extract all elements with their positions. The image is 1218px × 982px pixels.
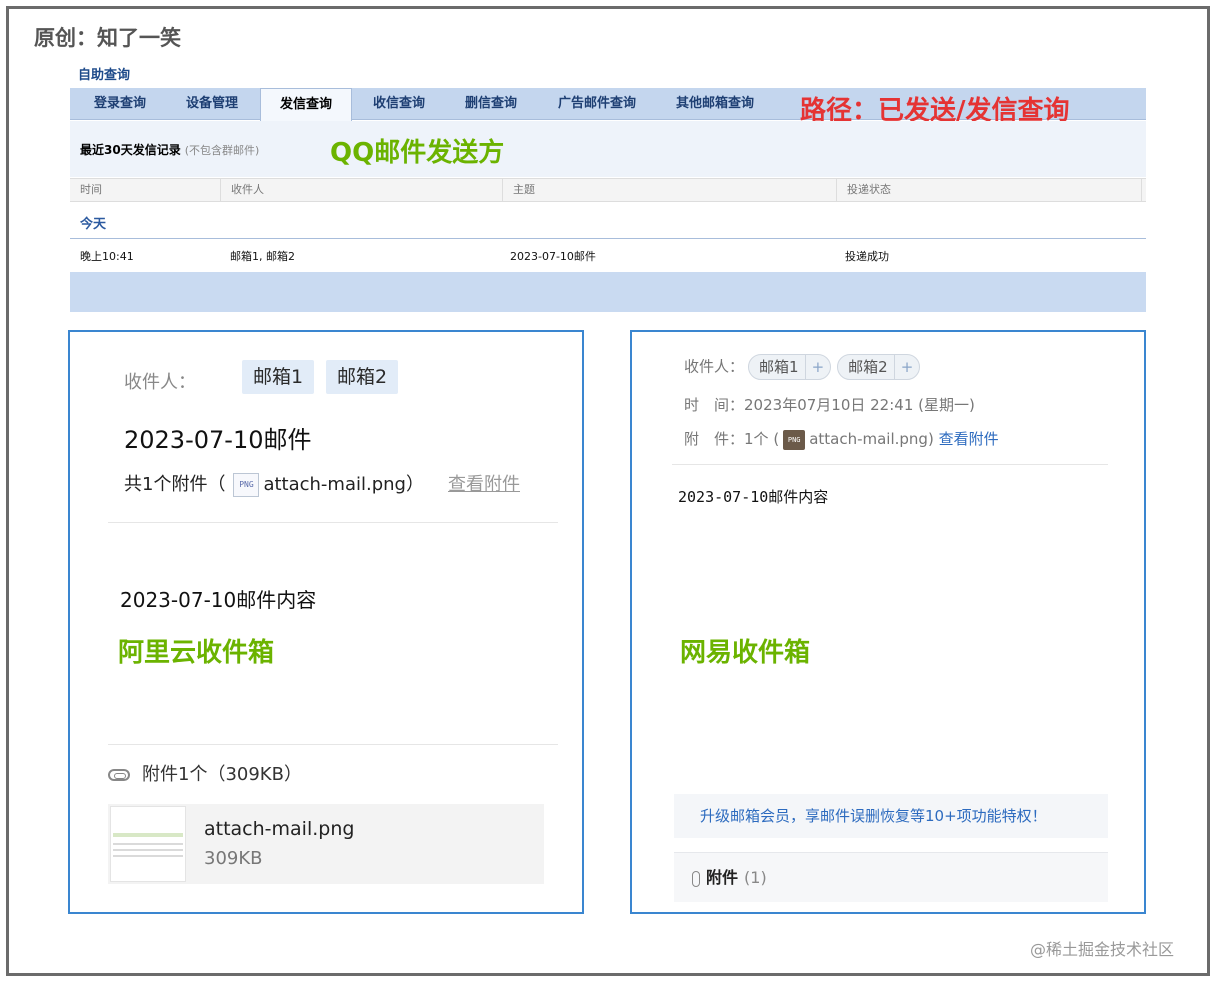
attachment-summary: 共1个附件（ PNG attach-mail.png） bbox=[124, 470, 424, 497]
tab-device-management[interactable]: 设备管理 bbox=[170, 88, 254, 120]
tab-login-query[interactable]: 登录查询 bbox=[70, 88, 170, 120]
author-caption: 原创：知了一笑 bbox=[34, 26, 181, 50]
sent-record-header: 最近30天发信记录 (不包含群邮件) bbox=[70, 121, 1146, 177]
group-label: 今天 bbox=[80, 217, 107, 232]
attachment-name[interactable]: attach-mail.png bbox=[809, 430, 928, 448]
upgrade-promo-link[interactable]: 升级邮箱会员，享邮件误删恢复等10+项功能特权！ bbox=[674, 794, 1108, 838]
recipient-row: 收件人： 邮箱1 + 邮箱2 + bbox=[684, 354, 921, 380]
thumbnail-line bbox=[113, 849, 183, 851]
thumbnail-header-bar bbox=[113, 833, 183, 837]
cell-time: 晚上10:41 bbox=[80, 250, 134, 263]
attachment-section-header[interactable]: 附件 (1) bbox=[674, 852, 1108, 902]
recipient-chip-label: 邮箱1 bbox=[759, 358, 799, 376]
attachment-name[interactable]: attach-mail.png bbox=[263, 474, 406, 495]
recipient-chip-label: 邮箱2 bbox=[848, 358, 888, 376]
png-file-icon: PNG bbox=[233, 473, 260, 497]
table-footer-band bbox=[70, 272, 1146, 312]
record-title: 最近30天发信记录 (不包含群邮件) bbox=[80, 141, 259, 158]
add-contact-icon[interactable]: + bbox=[804, 355, 824, 379]
time-row: 时 间：2023年07月10日 22:41 (星期一) bbox=[684, 394, 975, 415]
attachment-thumbnail[interactable] bbox=[110, 806, 186, 882]
divider bbox=[108, 744, 558, 745]
paperclip-icon bbox=[692, 870, 700, 887]
thumbnail-line bbox=[113, 855, 183, 857]
attachment-section-count: (1) bbox=[744, 868, 767, 887]
attachment-file-name[interactable]: attach-mail.png bbox=[204, 818, 354, 840]
attachment-section-label: 附件 bbox=[706, 868, 739, 887]
recipient-chip[interactable]: 邮箱2 + bbox=[837, 354, 921, 380]
table-header: 时间 收件人 主题 投递状态 bbox=[70, 178, 1146, 202]
add-contact-icon[interactable]: + bbox=[893, 355, 913, 379]
cell-recipients: 邮箱1, 邮箱2 bbox=[230, 250, 295, 263]
attachment-count-text: 附件1个（309KB） bbox=[142, 764, 302, 785]
tab-received-query[interactable]: 收信查询 bbox=[354, 88, 444, 120]
view-attachment-link[interactable]: 查看附件 bbox=[939, 430, 999, 448]
attachment-row: 附 件：1个 (PNG attach-mail.png) 查看附件 bbox=[684, 428, 999, 450]
group-row-today: 今天 bbox=[70, 203, 1146, 239]
aliyun-inbox-annotation: 阿里云收件箱 bbox=[118, 638, 275, 668]
record-subtitle: (不包含群邮件) bbox=[184, 144, 260, 157]
view-attachment-link[interactable]: 查看附件 bbox=[448, 470, 520, 496]
tab-sent-query[interactable]: 发信查询 bbox=[260, 88, 352, 121]
attachment-card[interactable]: attach-mail.png 309KB bbox=[108, 804, 544, 884]
aliyun-mail-panel: 收件人： 邮箱1 邮箱2 2023-07-10邮件 共1个附件（ PNG attac… bbox=[68, 330, 584, 914]
png-file-icon: PNG bbox=[783, 429, 806, 450]
record-title-text: 最近30天发信记录 bbox=[80, 143, 181, 157]
cell-status: 投递成功 bbox=[845, 250, 889, 263]
column-header-subject: 主题 bbox=[502, 179, 836, 201]
attachment-count: 附件1个（309KB） bbox=[108, 760, 302, 786]
mail-subject: 2023-07-10邮件 bbox=[124, 426, 312, 454]
divider bbox=[672, 464, 1108, 465]
watermark: @稀土掘金技术社区 bbox=[1030, 940, 1175, 959]
netease-inbox-annotation: 网易收件箱 bbox=[680, 638, 811, 668]
column-header-recipients: 收件人 bbox=[220, 179, 502, 201]
recipient-chip[interactable]: 邮箱1 bbox=[242, 360, 315, 394]
recipient-label: 收件人： bbox=[684, 357, 745, 376]
tab-other-mailbox-query[interactable]: 其他邮箱查询 bbox=[658, 88, 772, 120]
recipient-chip[interactable]: 邮箱1 + bbox=[748, 354, 832, 380]
column-header-status: 投递状态 bbox=[836, 179, 1142, 201]
attachment-suffix: ） bbox=[405, 474, 424, 495]
attachment-file-size: 309KB bbox=[204, 848, 263, 869]
tab-deleted-query[interactable]: 删信查询 bbox=[446, 88, 536, 120]
cell-subject: 2023-07-10邮件 bbox=[510, 250, 596, 263]
qq-sender-annotation: QQ邮件发送方 bbox=[330, 138, 505, 168]
recipient-chip[interactable]: 邮箱2 bbox=[326, 360, 399, 394]
thumbnail-line bbox=[113, 843, 183, 845]
attachment-prefix: 共1个附件（ bbox=[124, 474, 226, 495]
divider bbox=[108, 522, 558, 523]
netease-mail-panel: 收件人： 邮箱1 + 邮箱2 + 时 间：2023年07月10日 22:41 (星期一)… bbox=[630, 330, 1146, 914]
attachment-suffix: ) bbox=[927, 430, 934, 448]
tab-ad-mail-query[interactable]: 广告邮件查询 bbox=[540, 88, 654, 120]
time-value: 2023年07月10日 22:41 (星期一) bbox=[744, 396, 975, 414]
recipient-label: 收件人： bbox=[124, 372, 196, 393]
column-header-time: 时间 bbox=[80, 183, 102, 196]
table-row[interactable]: 晚上10:41 邮箱1, 邮箱2 2023-07-10邮件 投递成功 bbox=[70, 240, 1146, 270]
attachment-label: 附 件： bbox=[684, 430, 745, 448]
attachment-prefix: 1个 ( bbox=[744, 430, 780, 448]
qq-section-title: 自助查询 bbox=[78, 68, 131, 83]
mail-body: 2023-07-10邮件内容 bbox=[120, 588, 317, 612]
paperclip-icon bbox=[108, 769, 130, 781]
mail-body: 2023-07-10邮件内容 bbox=[678, 488, 829, 506]
time-label: 时 间： bbox=[684, 396, 745, 414]
